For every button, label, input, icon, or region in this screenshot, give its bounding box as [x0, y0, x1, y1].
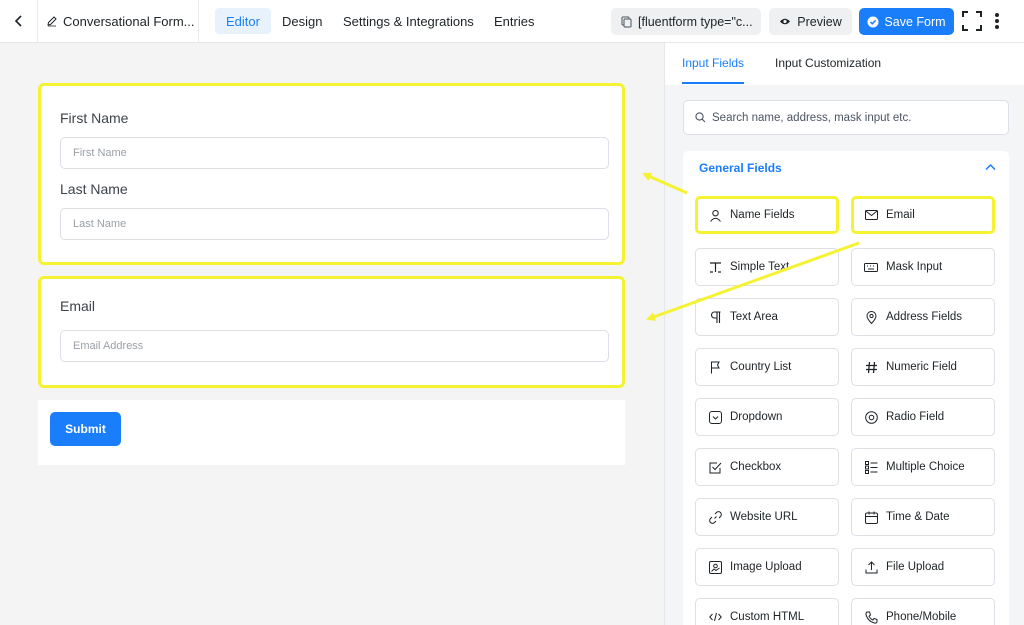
image-icon — [708, 560, 722, 574]
code-icon — [708, 612, 722, 622]
tab-editor[interactable]: Editor — [215, 8, 271, 34]
calendar-icon — [864, 511, 878, 524]
fullscreen-icon[interactable] — [962, 11, 982, 31]
first-name-input[interactable]: First Name — [60, 137, 609, 169]
field-label: Radio Field — [886, 411, 945, 423]
field-button-custom-html[interactable]: Custom HTML — [695, 598, 839, 625]
submit-block: Submit — [38, 400, 625, 465]
field-button-image-upload[interactable]: Image Upload — [695, 548, 839, 586]
back-button[interactable] — [0, 0, 38, 42]
chevron-up-icon[interactable] — [985, 163, 996, 171]
field-button-country-list[interactable]: Country List — [695, 348, 839, 386]
field-button-text-area[interactable]: Text Area — [695, 298, 839, 336]
tab-design[interactable]: Design — [271, 8, 333, 34]
field-button-email[interactable]: Email — [851, 196, 995, 234]
field-button-phone-mobile[interactable]: Phone/Mobile — [851, 598, 995, 625]
field-button-address-fields[interactable]: Address Fields — [851, 298, 995, 336]
last-name-label: Last Name — [60, 181, 128, 197]
field-button-multiple-choice[interactable]: Multiple Choice — [851, 448, 995, 486]
field-button-dropdown[interactable]: Dropdown — [695, 398, 839, 436]
field-label: Website URL — [730, 511, 798, 523]
field-label: Time & Date — [886, 511, 950, 523]
preview-label: Preview — [797, 14, 842, 29]
field-label: Image Upload — [730, 561, 802, 573]
upload-icon — [865, 560, 877, 573]
email-block[interactable]: Email Email Address — [38, 276, 625, 388]
save-form-button[interactable]: Save Form — [859, 8, 954, 35]
text-cursor-icon — [709, 261, 721, 273]
field-label: Dropdown — [730, 411, 783, 423]
more-options-icon[interactable] — [991, 11, 1003, 31]
tab-input-customization[interactable]: Input Customization — [775, 56, 881, 70]
email-input[interactable]: Email Address — [60, 330, 609, 362]
shortcode-button[interactable]: [fluentform type="c... — [611, 8, 761, 35]
link-icon — [708, 510, 722, 524]
search-input[interactable]: Search name, address, mask input etc. — [683, 100, 1009, 135]
check-circle-icon — [867, 16, 879, 27]
checkbox-icon — [709, 462, 721, 473]
field-label: Address Fields — [886, 311, 963, 323]
field-button-mask-input[interactable]: Mask Input — [851, 248, 995, 286]
top-bar: Conversational Form... Editor Design Set… — [0, 0, 1024, 43]
pencil-icon — [47, 16, 57, 27]
field-label: Custom HTML — [730, 611, 805, 623]
preview-button[interactable]: Preview — [769, 8, 852, 35]
field-label: File Upload — [886, 561, 945, 573]
form-canvas: First Name First Name Last Name Last Nam… — [0, 43, 664, 625]
form-title[interactable]: Conversational Form... — [38, 0, 199, 42]
field-label: Country List — [730, 361, 792, 373]
envelope-icon — [864, 210, 878, 220]
name-fields-block[interactable]: First Name First Name Last Name Last Nam… — [38, 83, 625, 265]
field-button-name-fields[interactable]: Name Fields — [695, 196, 839, 234]
field-button-simple-text[interactable]: Simple Text — [695, 248, 839, 286]
save-form-label: Save Form — [884, 14, 946, 29]
field-button-radio-field[interactable]: Radio Field — [851, 398, 995, 436]
copy-icon — [621, 16, 632, 27]
search-icon — [695, 112, 706, 123]
field-label: Text Area — [730, 311, 778, 323]
field-label: Phone/Mobile — [886, 611, 957, 623]
field-label: Email — [886, 209, 915, 221]
form-title-text: Conversational Form... — [63, 13, 195, 29]
field-button-checkbox[interactable]: Checkbox — [695, 448, 839, 486]
first-name-label: First Name — [60, 110, 129, 126]
tab-input-fields[interactable]: Input Fields — [682, 56, 745, 84]
field-label: Simple Text — [730, 261, 790, 273]
sidebar-tabs: Input Fields Input Customization — [665, 43, 1024, 85]
general-fields-panel: General Fields Name Fields Email Simple … — [683, 151, 1009, 625]
eye-icon — [780, 18, 791, 25]
field-button-time-date[interactable]: Time & Date — [851, 498, 995, 536]
general-fields-title[interactable]: General Fields — [699, 161, 782, 175]
field-button-numeric-field[interactable]: Numeric Field — [851, 348, 995, 386]
field-label: Multiple Choice — [886, 461, 965, 473]
hash-icon — [865, 361, 877, 373]
tab-entries[interactable]: Entries — [483, 8, 545, 34]
user-icon — [709, 209, 721, 222]
paragraph-icon — [710, 310, 720, 323]
list-icon — [864, 460, 877, 474]
keyboard-icon — [864, 262, 878, 272]
sidebar: Input Fields Input Customization Search … — [664, 43, 1024, 625]
field-button-file-upload[interactable]: File Upload — [851, 548, 995, 586]
radio-icon — [864, 410, 878, 424]
submit-button[interactable]: Submit — [50, 412, 121, 446]
phone-icon — [864, 611, 877, 624]
field-button-website-url[interactable]: Website URL — [695, 498, 839, 536]
shortcode-text: [fluentform type="c... — [638, 14, 753, 29]
field-label: Mask Input — [886, 261, 943, 273]
last-name-input[interactable]: Last Name — [60, 208, 609, 240]
map-pin-icon — [865, 310, 877, 324]
field-label: Numeric Field — [886, 361, 957, 373]
field-label: Checkbox — [730, 461, 782, 473]
flag-icon — [710, 361, 720, 373]
search-placeholder: Search name, address, mask input etc. — [712, 111, 912, 124]
field-label: Name Fields — [730, 209, 795, 221]
chevron-left-icon — [14, 15, 22, 27]
dropdown-icon — [708, 410, 722, 424]
tab-settings-integrations[interactable]: Settings & Integrations — [332, 8, 485, 34]
email-label: Email — [60, 298, 96, 314]
